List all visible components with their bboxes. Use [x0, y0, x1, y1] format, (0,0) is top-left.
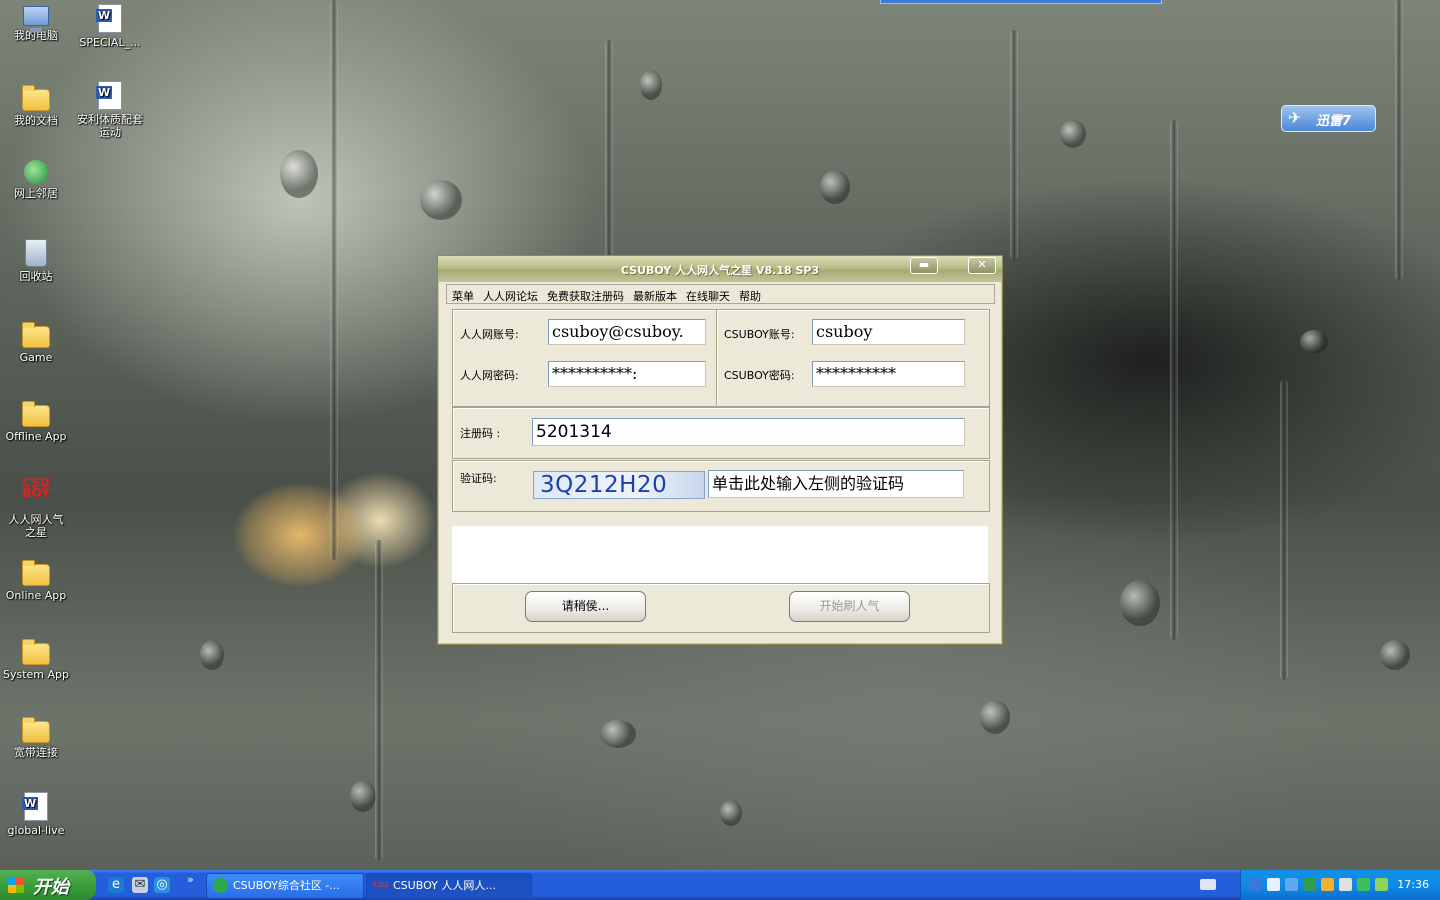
minimize-button[interactable]: ▬ [910, 257, 938, 274]
renren-password-input[interactable]: **********: [548, 361, 706, 387]
csuboy-window: CSUBOY 人人网人气之星 V8.18 SP3 ▬ ✕ 菜单 人人网论坛 免费获取… [437, 255, 1003, 645]
ie-icon[interactable]: e [108, 877, 124, 893]
xunlei-floating-widget[interactable]: ✈ 迅雷7 [1281, 105, 1376, 132]
desktop-icon-label: 网上邻居 [14, 187, 58, 200]
quick-launch-overflow[interactable]: » [187, 873, 194, 886]
windows-logo-icon [8, 877, 24, 893]
csuboy-password-label: CSUBOY密码: [724, 369, 795, 382]
captcha-label: 验证码: [460, 472, 497, 485]
start-boost-button[interactable]: 开始刷人气 [789, 591, 910, 622]
reg-code-label: 注册码 : [460, 427, 501, 440]
desktop-icon-amway-doc[interactable]: 安利体质配套运动 [72, 81, 148, 139]
desktop-icon-offline-app[interactable]: Offline App [0, 397, 74, 443]
task-label: CSUBOY 人人网人... [393, 879, 496, 892]
csuboy-password-input[interactable]: ********** [812, 361, 965, 387]
renren-password-label: 人人网密码: [460, 369, 519, 382]
antivirus-icon[interactable] [1357, 878, 1370, 891]
menu-item-help[interactable]: 帮助 [734, 286, 765, 304]
desktop-icon-my-computer[interactable]: 我的电脑 [0, 2, 74, 42]
csuboy-task-icon: csu [373, 880, 389, 890]
menu-item-latest-version[interactable]: 最新版本 [628, 286, 681, 304]
desktop-icon-label: 我的文档 [14, 114, 58, 127]
desktop-icon-recycle-bin[interactable]: 回收站 [0, 239, 74, 283]
outlook-icon[interactable]: ✉ [132, 877, 148, 893]
csuboy-account-label: CSUBOY账号: [724, 328, 795, 341]
folder-icon [22, 401, 50, 427]
renren-account-label: 人人网账号: [460, 328, 519, 341]
folder-icon [22, 717, 50, 743]
task-button-community[interactable]: CSUBOY综合社区 -... [206, 873, 364, 899]
monitor-icon[interactable] [1285, 878, 1298, 891]
volume-icon[interactable] [1339, 878, 1352, 891]
folder-icon [22, 639, 50, 665]
reg-code-input[interactable]: 5201314 [532, 418, 965, 446]
desktop-icon-online-app[interactable]: Online App [0, 556, 74, 602]
clock: 17:36 [1397, 878, 1429, 891]
messenger-icon[interactable] [1375, 878, 1388, 891]
csuboy-app-icon: CSU BOY [22, 476, 50, 500]
start-label: 开始 [33, 877, 69, 898]
task-button-csuboy[interactable]: csu CSUBOY 人人网人... [366, 873, 532, 899]
xunlei-label: 迅雷7 [1316, 114, 1352, 129]
menu-bar: 菜单 人人网论坛 免费获取注册码 最新版本 在线聊天 帮助 [446, 284, 995, 304]
desktop-icon-special[interactable]: SPECIAL_... [72, 4, 148, 49]
desktop-icon-game[interactable]: Game [0, 318, 74, 364]
window-titlebar[interactable]: CSUBOY 人人网人气之星 V8.18 SP3 ▬ ✕ [438, 256, 1002, 282]
desktop-icon-label: 宽带连接 [14, 746, 58, 759]
captcha-input[interactable]: 单击此处输入左侧的验证码 [708, 470, 964, 498]
desktop-icon-label: Online App [5, 589, 67, 602]
network-icon [24, 160, 48, 184]
browser-icon[interactable]: ◎ [154, 877, 170, 893]
tool-icon[interactable] [1321, 878, 1334, 891]
desktop-icon-label: global-live [7, 824, 65, 837]
desktop-icon-global-live[interactable]: global-live [0, 792, 74, 837]
log-output-area [452, 526, 988, 583]
desktop-icon-label: 安利体质配套运动 [77, 113, 143, 139]
keyboard-icon[interactable] [1200, 879, 1216, 890]
start-button[interactable]: 开始 [0, 870, 96, 900]
desktop-icon-my-documents[interactable]: 我的文档 [0, 81, 74, 127]
menu-item-forum[interactable]: 人人网论坛 [478, 286, 542, 304]
computer-icon [23, 6, 49, 32]
system-tray: 17:36 [1240, 870, 1440, 900]
task-label: CSUBOY综合社区 -... [233, 879, 340, 892]
menu-item-menu[interactable]: 菜单 [447, 286, 478, 304]
desktop-icon-csuboy-app[interactable]: CSU BOY 人人网人气之星 [0, 476, 74, 539]
desktop-icon-label: Offline App [5, 430, 67, 443]
desktop-icon-label: 人人网人气之星 [8, 513, 64, 539]
menu-item-free-reg-code[interactable]: 免费获取注册码 [542, 286, 628, 304]
desktop-icon-system-app[interactable]: System App [0, 635, 74, 681]
network-status-icon[interactable] [1267, 878, 1280, 891]
word-document-icon [96, 81, 122, 110]
desktop-icon-broadband[interactable]: 宽带连接 [0, 713, 74, 759]
folder-icon [22, 322, 50, 348]
captcha-image: 3Q212H20 [533, 471, 705, 499]
recycle-bin-icon [25, 239, 47, 267]
document-icon [96, 4, 122, 33]
csuboy-account-input[interactable]: csuboy [812, 319, 965, 345]
renren-account-input[interactable]: csuboy@csuboy. [548, 319, 706, 345]
document-icon [22, 792, 48, 821]
wait-button[interactable]: 请稍侯... [525, 591, 646, 622]
folder-icon [22, 560, 50, 586]
desktop-icon-label: System App [2, 668, 69, 681]
taskbar: 开始 e ✉ ◎ » CSUBOY综合社区 -... csu CSUBOY 人人… [0, 870, 1440, 900]
community-app-icon [213, 878, 228, 893]
documents-folder-icon [22, 85, 50, 111]
menu-item-online-chat[interactable]: 在线聊天 [681, 286, 734, 304]
desktop-icon-network[interactable]: 网上邻居 [0, 160, 74, 200]
close-button[interactable]: ✕ [968, 257, 996, 274]
desktop-icon-label: Game [19, 351, 53, 364]
top-edge-window-strip [880, 0, 1162, 4]
xunlei-bird-icon: ✈ [1288, 108, 1302, 127]
desktop-icon-label: SPECIAL_... [79, 36, 141, 49]
ime-icon[interactable] [1249, 878, 1262, 891]
desktop-icon-label: 回收站 [19, 270, 53, 283]
security-shield-icon[interactable] [1303, 878, 1316, 891]
